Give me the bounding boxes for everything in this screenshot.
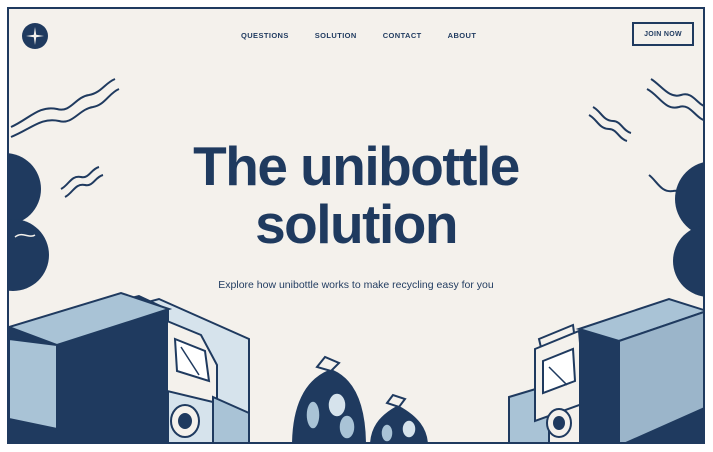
right-wave-1	[650, 78, 703, 107]
trash-bag-small	[370, 393, 428, 442]
nav-item-contact[interactable]: CONTACT	[383, 31, 422, 40]
right-wave-1b	[646, 88, 703, 121]
left-wave-1b	[10, 88, 120, 138]
left-truck	[9, 291, 250, 442]
main-nav: QUESTIONS SOLUTION CONTACT ABOUT	[241, 31, 476, 40]
join-now-button[interactable]: JOIN NOW	[632, 22, 694, 46]
compass-star-icon	[26, 27, 44, 45]
trash-bag-large	[292, 355, 366, 442]
hero-title: The unibottle solution	[9, 137, 703, 253]
nav-item-about[interactable]: ABOUT	[448, 31, 477, 40]
logo[interactable]	[22, 23, 48, 49]
nav-item-questions[interactable]: QUESTIONS	[241, 31, 289, 40]
hero-title-line2: solution	[255, 193, 458, 255]
nav-item-solution[interactable]: SOLUTION	[315, 31, 357, 40]
hero-subtitle: Explore how unibottle works to make recy…	[218, 279, 494, 291]
left-wave-1	[10, 78, 116, 128]
hero-title-line1: The unibottle	[193, 135, 520, 197]
page-frame: QUESTIONS SOLUTION CONTACT ABOUT JOIN NO…	[7, 7, 705, 444]
right-truck	[508, 297, 703, 442]
